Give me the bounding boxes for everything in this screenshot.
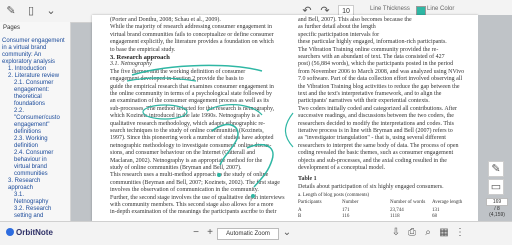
- chevron-down-icon[interactable]: ⌄: [281, 227, 293, 239]
- sidebar-item[interactable]: setting and: [14, 213, 43, 220]
- download-icon[interactable]: ⇩: [390, 227, 402, 239]
- page-total: / 8 (4,159): [489, 206, 505, 218]
- logo-text: OrbitNote: [16, 228, 53, 237]
- bookmark-icon[interactable]: ▯: [24, 4, 38, 18]
- search-icon[interactable]: ⌕: [422, 227, 434, 239]
- chevron-down-icon[interactable]: ⌄: [44, 4, 58, 18]
- sidebar-item[interactable]: communities: [14, 171, 48, 178]
- more-icon[interactable]: ⋮: [454, 227, 466, 239]
- zoom-select[interactable]: Automatic Zoom: [217, 228, 279, 240]
- page-indicator: 169 / 8 (4,159): [486, 198, 508, 218]
- sidebar-item[interactable]: in a virtual brand: [2, 45, 46, 52]
- pages-label[interactable]: Pages: [3, 25, 20, 31]
- ink-annotations[interactable]: [92, 15, 478, 221]
- sidebar-item[interactable]: community: An: [2, 52, 41, 59]
- document-page: (Porter and Donthu, 2008; Schau et al., …: [92, 15, 478, 221]
- line-color-label[interactable]: Line Color: [427, 6, 454, 12]
- line-thickness-label[interactable]: Line Thickness: [370, 6, 410, 12]
- page-current[interactable]: 169: [486, 198, 508, 206]
- app-logo: OrbitNote: [6, 228, 53, 237]
- sidebar-item[interactable]: 2. Literature review: [8, 73, 59, 80]
- bottom-toolbar: OrbitNote − + Automatic Zoom ⌄ ⇩ ⎙ ⌕ ▦ ⋮: [0, 221, 512, 245]
- print-icon[interactable]: ⎙: [406, 227, 418, 239]
- sidebar-item[interactable]: 3.2. Research: [14, 206, 51, 213]
- zoom-in-icon[interactable]: +: [204, 227, 216, 239]
- sidebar-item[interactable]: "Consumer/custo: [14, 115, 60, 122]
- sidebar-item[interactable]: exploratory analysis: [2, 59, 55, 66]
- zoom-out-icon[interactable]: −: [190, 227, 202, 239]
- sidebar-item[interactable]: 1. Introduction: [8, 66, 46, 73]
- scroll-rail[interactable]: ✎ ▭: [478, 15, 512, 221]
- sidebar-item[interactable]: virtual brand: [14, 164, 47, 171]
- sidebar-item[interactable]: 3. Research: [8, 178, 40, 185]
- sidebar-item[interactable]: 2.1. Consumer: [14, 80, 53, 87]
- sidebar-item[interactable]: definitions: [14, 129, 41, 136]
- sidebar-item[interactable]: definition: [14, 143, 38, 150]
- sidebar: Pages Consumer engagement in a virtual br…: [0, 22, 71, 221]
- edit-icon[interactable]: ✎: [4, 4, 18, 18]
- sidebar-header: Pages: [0, 22, 70, 36]
- sidebar-item[interactable]: Consumer engagement: [2, 38, 65, 45]
- sidebar-item[interactable]: engagement:: [14, 87, 49, 94]
- pen-tool-icon[interactable]: ✎: [488, 161, 504, 177]
- sidebar-item[interactable]: 2.2.: [14, 108, 24, 115]
- sidebar-item[interactable]: approach: [8, 185, 33, 192]
- orbitnote-logo-icon: [6, 228, 14, 236]
- sidebar-item[interactable]: foundations: [14, 101, 45, 108]
- sidebar-item[interactable]: 2.3. Working: [14, 136, 48, 143]
- highlight-tool-icon[interactable]: ▭: [488, 179, 504, 195]
- sidebar-item[interactable]: 2.4. Consumer: [14, 150, 53, 157]
- sidebar-item[interactable]: behaviour in: [14, 157, 47, 164]
- sidebar-item[interactable]: theoretical: [14, 94, 42, 101]
- grid-view-icon[interactable]: ▦: [438, 227, 450, 239]
- sidebar-item[interactable]: 3.1.: [14, 192, 24, 199]
- sidebar-item[interactable]: engagement": [14, 122, 50, 129]
- sidebar-item[interactable]: Netnography: [14, 199, 48, 206]
